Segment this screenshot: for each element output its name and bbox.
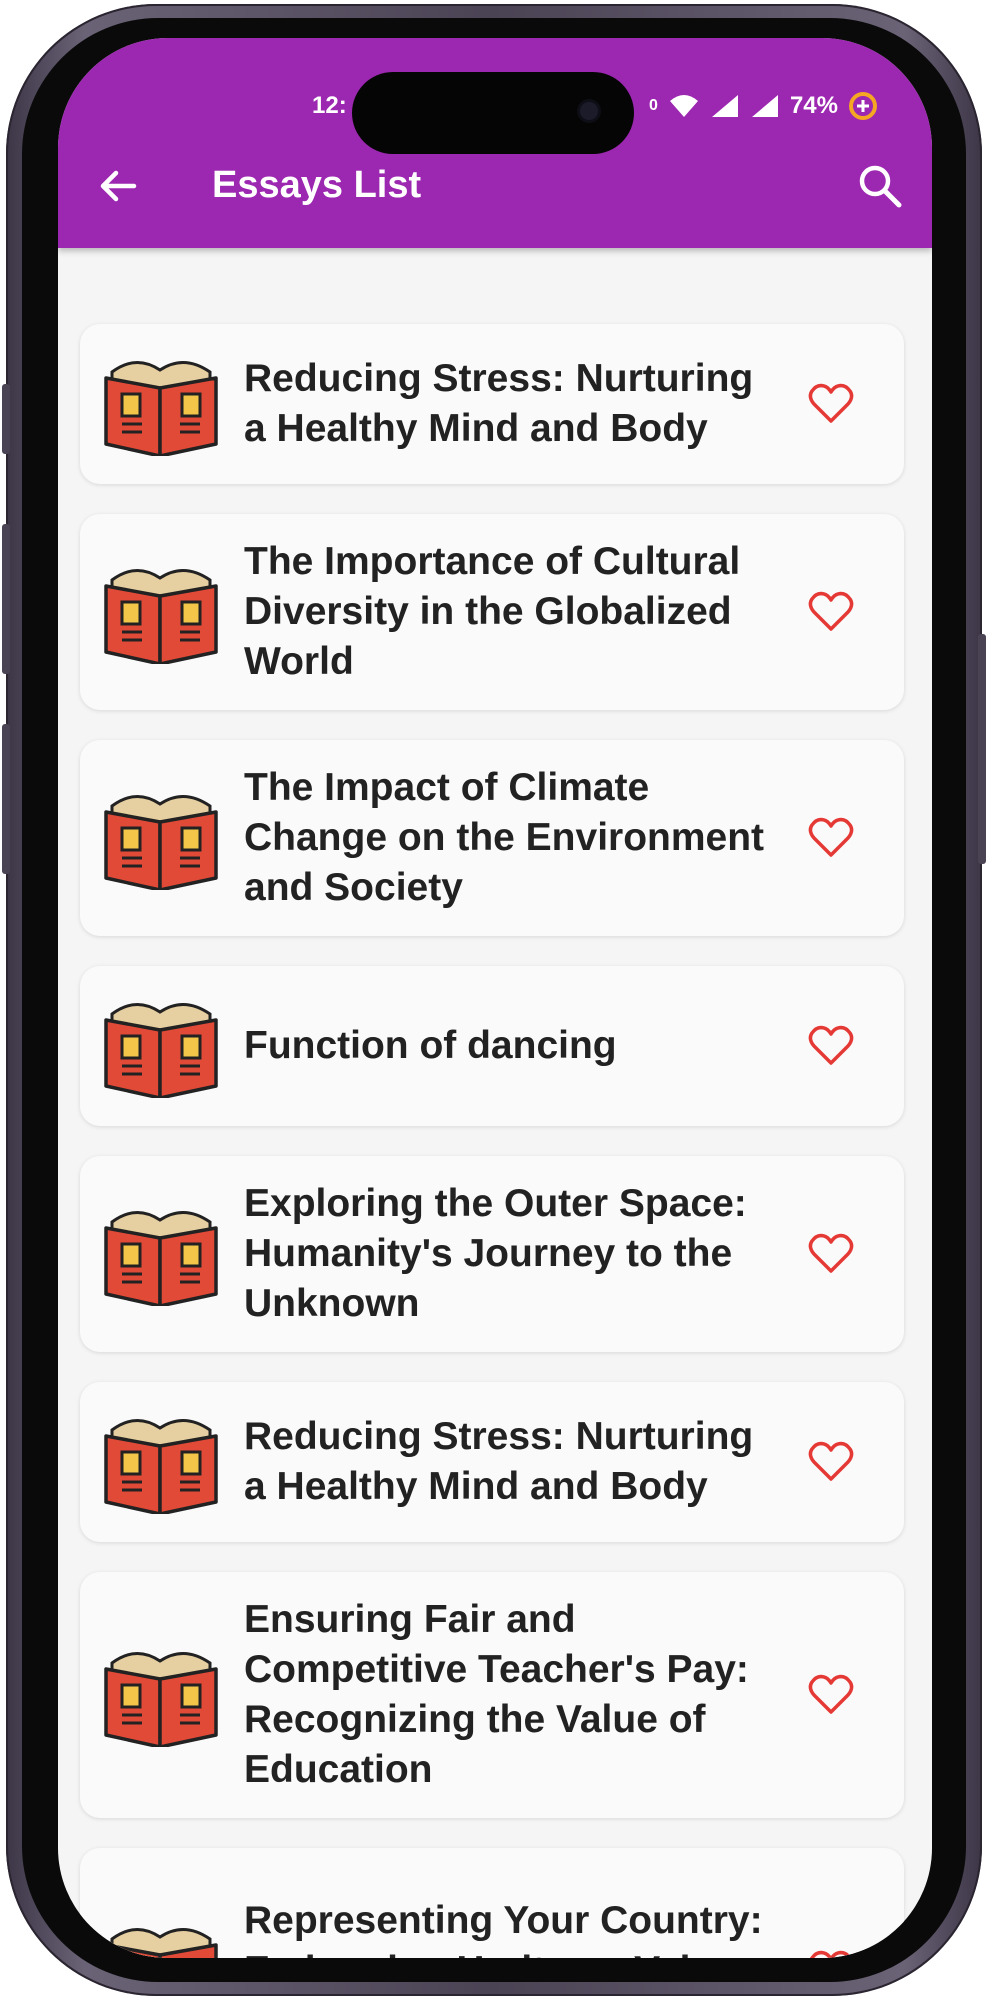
essay-title: Representing Your Country: Embracing Her… [244, 1899, 769, 1958]
essay-title: Reducing Stress: Nurturing a Healthy Min… [244, 357, 754, 450]
favorite-heart-icon[interactable] [808, 1950, 854, 1958]
essay-card[interactable]: Ensuring Fair and Competitive Teacher's … [80, 1572, 904, 1818]
wifi-icon [669, 95, 698, 117]
book-icon [102, 352, 220, 458]
essay-title: Exploring the Outer Space: Humanity's Jo… [244, 1182, 747, 1325]
action-button [2, 384, 10, 454]
essay-card[interactable]: Representing Your Country: Embracing Her… [80, 1848, 904, 1958]
signal-icon-2 [751, 95, 778, 117]
essay-title: Function of dancing [244, 1024, 617, 1067]
favorite-heart-icon[interactable] [808, 1674, 854, 1716]
network-speed: 0 [649, 97, 658, 114]
status-time: 12: [312, 92, 347, 119]
favorite-heart-icon[interactable] [808, 1233, 854, 1275]
book-icon [102, 1919, 220, 1958]
essay-title: Reducing Stress: Nurturing a Healthy Min… [244, 1415, 754, 1508]
battery-saver-icon [849, 92, 877, 120]
book-icon [102, 1202, 220, 1308]
camera-icon [580, 102, 598, 120]
essay-card[interactable]: Function of dancing [80, 966, 904, 1126]
book-icon [102, 994, 220, 1100]
favorite-heart-icon[interactable] [808, 591, 854, 633]
essay-title: The Impact of Climate Change on the Envi… [244, 766, 765, 909]
page-title: Essays List [212, 164, 422, 206]
essay-title: The Importance of Cultural Diversity in … [244, 540, 741, 683]
volume-down-button [2, 724, 10, 874]
dynamic-island [352, 72, 634, 154]
essay-title: Ensuring Fair and Competitive Teacher's … [244, 1598, 749, 1791]
essay-card[interactable]: Reducing Stress: Nurturing a Healthy Min… [80, 324, 904, 484]
battery-level: 74% [789, 92, 838, 119]
essay-card[interactable]: The Impact of Climate Change on the Envi… [80, 740, 904, 936]
power-button [978, 634, 986, 864]
screen: 12: 0 74% Essays List Reducing Stress: N… [58, 38, 932, 1958]
essay-card[interactable]: The Importance of Cultural Diversity in … [80, 514, 904, 710]
volume-up-button [2, 524, 10, 674]
signal-icon [711, 95, 738, 117]
essay-card[interactable]: Exploring the Outer Space: Humanity's Jo… [80, 1156, 904, 1352]
favorite-heart-icon[interactable] [808, 1025, 854, 1067]
search-icon[interactable] [854, 160, 906, 212]
favorite-heart-icon[interactable] [808, 383, 854, 425]
essay-card[interactable]: Reducing Stress: Nurturing a Healthy Min… [80, 1382, 904, 1542]
back-arrow-icon[interactable] [94, 162, 142, 210]
book-icon [102, 1410, 220, 1516]
app-bar: 12: 0 74% Essays List [58, 38, 932, 248]
favorite-heart-icon[interactable] [808, 817, 854, 859]
status-icons: 0 74% [649, 86, 878, 126]
book-icon [102, 1643, 220, 1749]
favorite-heart-icon[interactable] [808, 1441, 854, 1483]
book-icon [102, 560, 220, 666]
book-icon [102, 786, 220, 892]
